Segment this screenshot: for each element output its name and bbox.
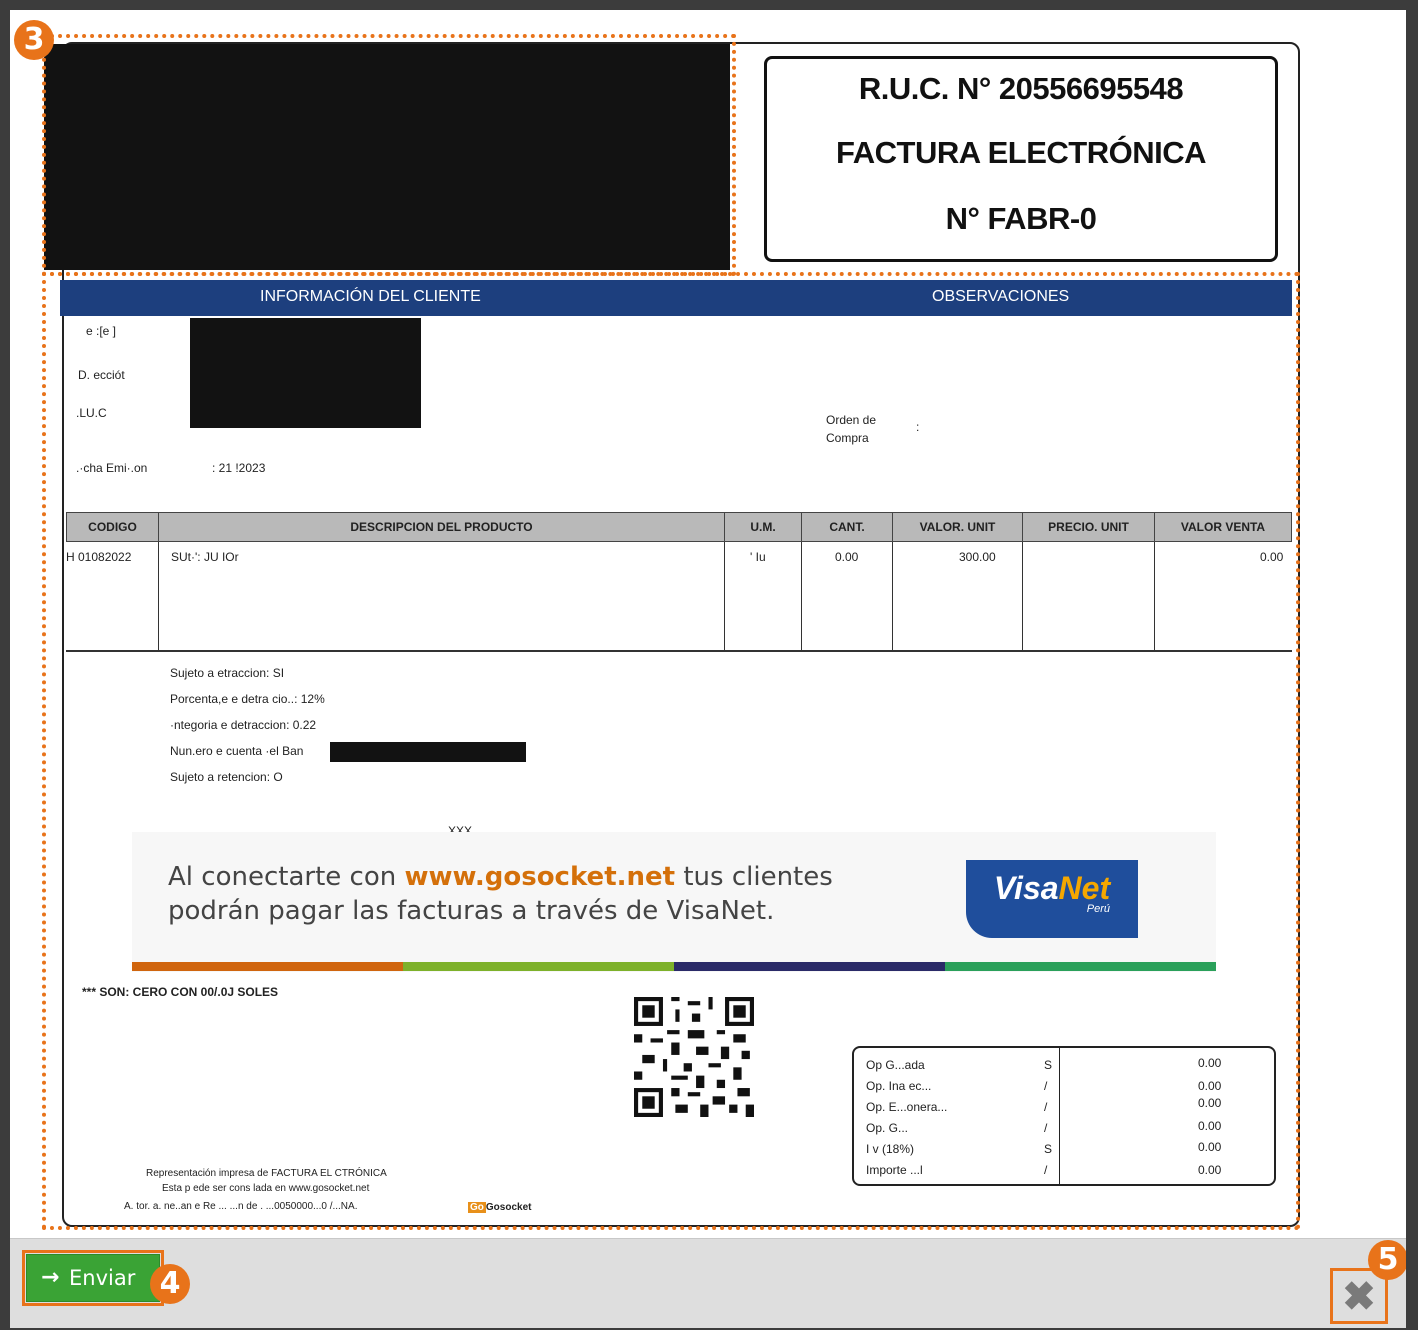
send-button[interactable]: → Enviar <box>26 1254 160 1302</box>
highlight-region-document <box>42 272 1300 1230</box>
invoice-preview-modal: R.U.C. N° 20556695548 FACTURA ELECTRÓNIC… <box>10 10 1406 1328</box>
modal-footer <box>10 1238 1406 1328</box>
step-marker-3: 3 <box>14 20 54 60</box>
close-icon: ✖ <box>1342 1275 1376 1319</box>
step-marker-5: 5 <box>1368 1240 1406 1280</box>
ruc-box: R.U.C. N° 20556695548 FACTURA ELECTRÓNIC… <box>764 56 1278 262</box>
step-marker-4: 4 <box>150 1264 190 1304</box>
ruc-number: R.U.C. N° 20556695548 <box>858 71 1184 106</box>
highlight-region-header <box>42 34 736 276</box>
invoice-number: N° FABR-0 <box>945 201 1097 236</box>
send-button-label: Enviar <box>69 1266 136 1290</box>
invoice-type: FACTURA ELECTRÓNICA <box>836 135 1206 170</box>
arrow-right-icon: → <box>41 1265 60 1290</box>
